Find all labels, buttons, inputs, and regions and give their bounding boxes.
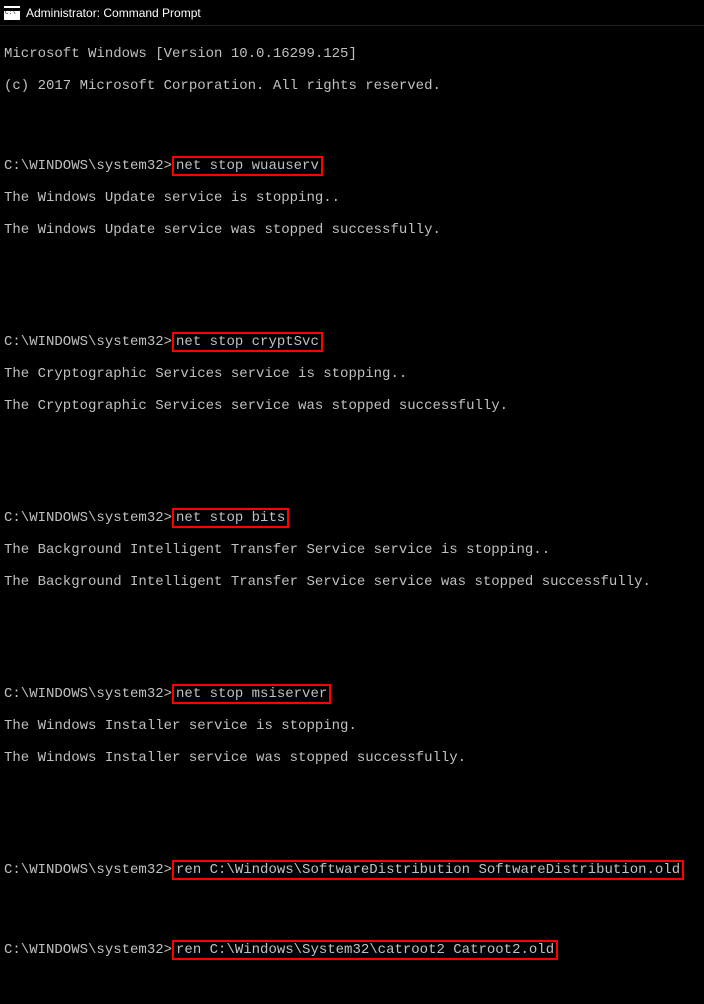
command-line: C:\WINDOWS\system32>net stop wuauserv <box>4 158 700 174</box>
output-line: The Background Intelligent Transfer Serv… <box>4 542 700 558</box>
highlighted-command: ren C:\Windows\SoftwareDistribution Soft… <box>172 860 684 880</box>
highlighted-command: net stop wuauserv <box>172 156 323 176</box>
output-line: The Cryptographic Services service was s… <box>4 398 700 414</box>
blank-line <box>4 638 700 654</box>
prompt: C:\WINDOWS\system32> <box>4 686 172 702</box>
version-line: Microsoft Windows [Version 10.0.16299.12… <box>4 46 700 62</box>
highlighted-command: net stop cryptSvc <box>172 332 323 352</box>
blank-line <box>4 462 700 478</box>
blank-line <box>4 894 700 910</box>
blank-line <box>4 430 700 446</box>
command-line: C:\WINDOWS\system32>ren C:\Windows\Syste… <box>4 942 700 958</box>
prompt: C:\WINDOWS\system32> <box>4 334 172 350</box>
prompt: C:\WINDOWS\system32> <box>4 862 172 878</box>
command-line: C:\WINDOWS\system32>net stop cryptSvc <box>4 334 700 350</box>
output-line: The Windows Update service is stopping.. <box>4 190 700 206</box>
highlighted-command: net stop bits <box>172 508 289 528</box>
command-line: C:\WINDOWS\system32>ren C:\Windows\Softw… <box>4 862 700 878</box>
highlighted-command: net stop msiserver <box>172 684 331 704</box>
terminal-output[interactable]: Microsoft Windows [Version 10.0.16299.12… <box>0 26 704 1004</box>
copyright-line: (c) 2017 Microsoft Corporation. All righ… <box>4 78 700 94</box>
prompt: C:\WINDOWS\system32> <box>4 158 172 174</box>
blank-line <box>4 782 700 798</box>
prompt: C:\WINDOWS\system32> <box>4 510 172 526</box>
output-line: The Windows Installer service was stoppe… <box>4 750 700 766</box>
blank-line <box>4 110 700 126</box>
highlighted-command: ren C:\Windows\System32\catroot2 Catroot… <box>172 940 558 960</box>
output-line: The Windows Installer service is stoppin… <box>4 718 700 734</box>
output-line: The Cryptographic Services service is st… <box>4 366 700 382</box>
prompt: C:\WINDOWS\system32> <box>4 942 172 958</box>
output-line: The Windows Update service was stopped s… <box>4 222 700 238</box>
blank-line <box>4 606 700 622</box>
blank-line <box>4 286 700 302</box>
cmd-icon <box>4 6 20 20</box>
window-title: Administrator: Command Prompt <box>26 6 201 20</box>
output-line: The Background Intelligent Transfer Serv… <box>4 574 700 590</box>
blank-line <box>4 254 700 270</box>
blank-line <box>4 974 700 990</box>
titlebar[interactable]: Administrator: Command Prompt <box>0 0 704 26</box>
command-line: C:\WINDOWS\system32>net stop msiserver <box>4 686 700 702</box>
blank-line <box>4 814 700 830</box>
command-line: C:\WINDOWS\system32>net stop bits <box>4 510 700 526</box>
